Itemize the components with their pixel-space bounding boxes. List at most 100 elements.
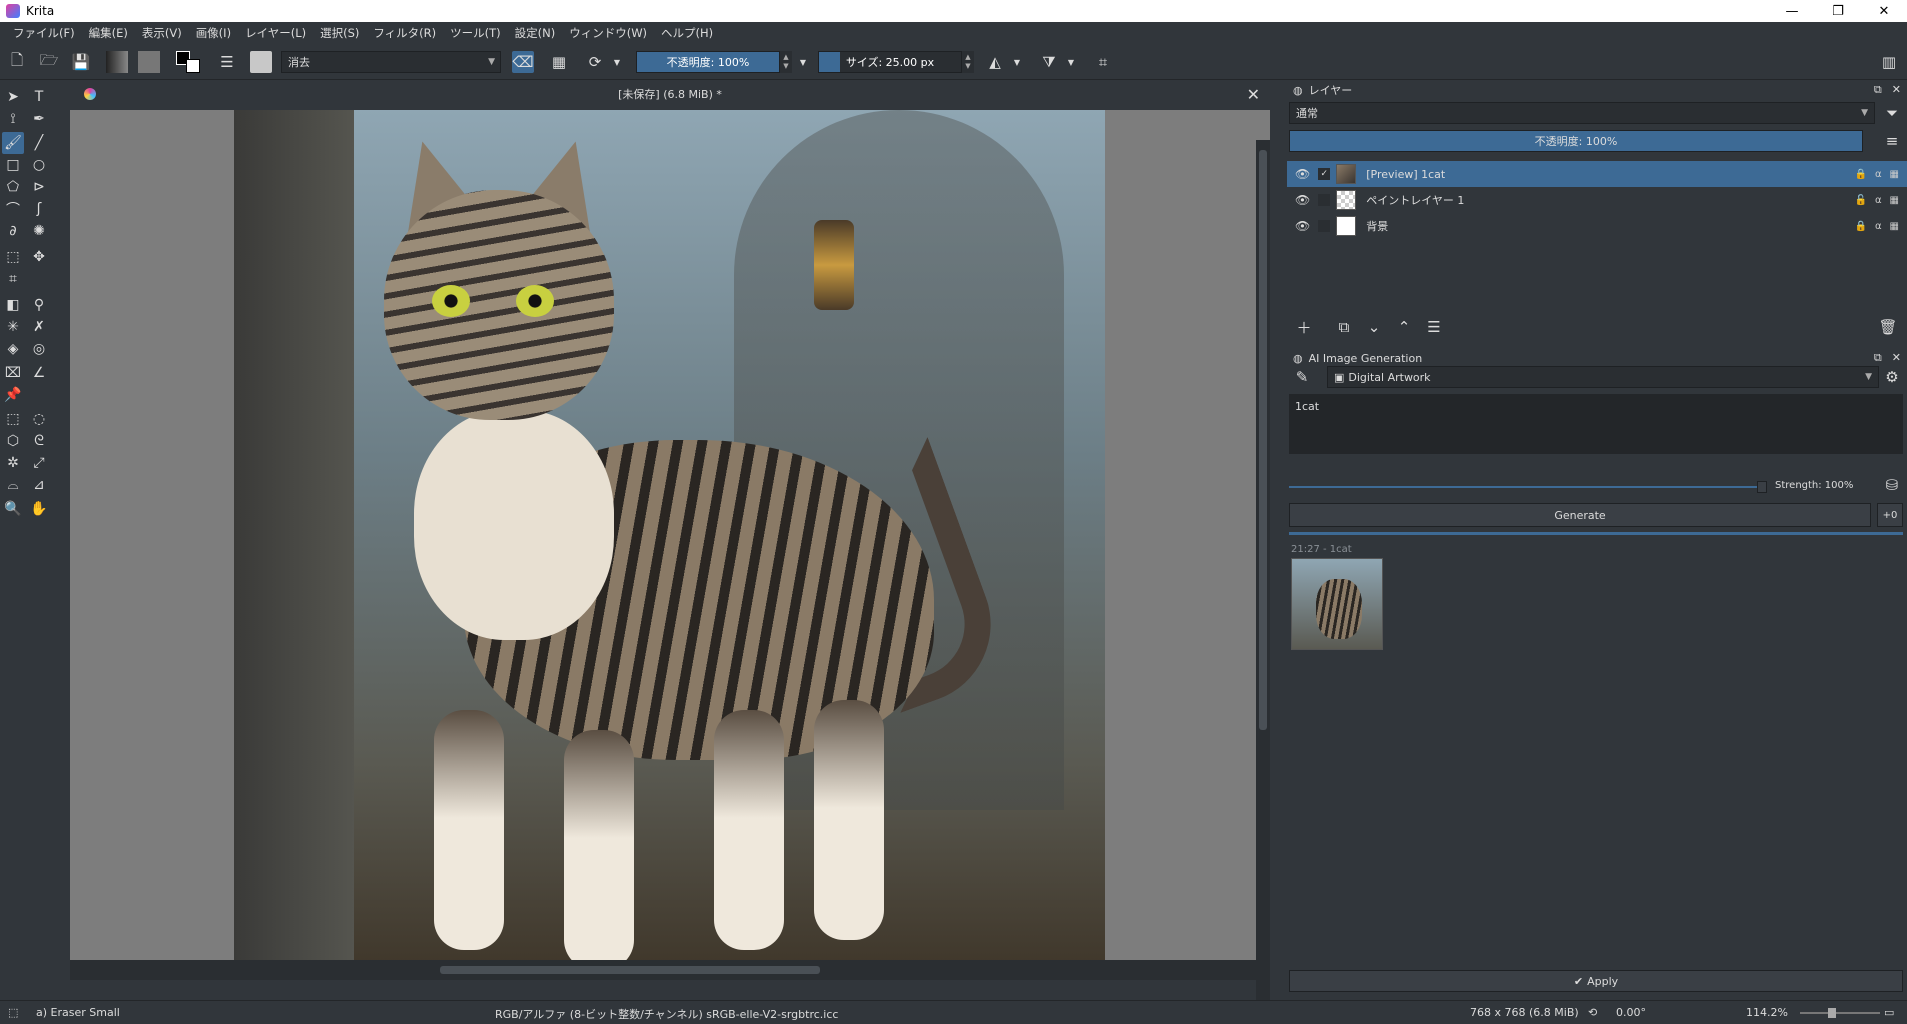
opacity-spinner[interactable]: ▲ ▼ [780, 51, 792, 73]
lock-icon[interactable]: 🔓 [1855, 195, 1867, 206]
menu-select[interactable]: 選択(S) [313, 25, 366, 41]
float-docker-icon[interactable]: ⧉ [1874, 83, 1882, 97]
alpha-icon[interactable]: α [1875, 221, 1882, 232]
canvas-only-icon[interactable]: ▭ [1884, 1006, 1894, 1019]
contiguous-select-icon[interactable]: ✲ [2, 452, 24, 474]
open-folder-icon[interactable]: 🗁 [38, 51, 60, 73]
layer-checkbox[interactable]: ✓ [1318, 168, 1331, 180]
settings-gear-icon[interactable]: ⚙ [1881, 366, 1903, 388]
generated-thumbnail[interactable] [1291, 558, 1383, 650]
workspace-mode-icon[interactable]: ✎ [1291, 366, 1313, 388]
edit-shapes-icon[interactable]: ⟟ [2, 108, 24, 130]
multibrush-icon[interactable]: ✺ [28, 220, 50, 242]
menu-layer[interactable]: レイヤー(L) [238, 25, 313, 41]
control-layers-icon[interactable]: ⛁ [1881, 474, 1903, 496]
apply-button[interactable]: ✔ Apply [1289, 970, 1903, 992]
canvas-viewport[interactable] [70, 110, 1270, 1010]
inherit-alpha-icon[interactable]: ▦ [1890, 221, 1899, 232]
close-window-button[interactable]: ✕ [1861, 0, 1907, 22]
color-picker-icon[interactable]: ⚲ [28, 294, 50, 316]
inherit-alpha-icon[interactable]: ▦ [1890, 195, 1899, 206]
bezier-select-icon[interactable]: ⌓ [2, 474, 24, 496]
brush-settings-icon[interactable]: ☰ [216, 51, 238, 73]
style-select[interactable]: ▣ Digital Artwork ▼ [1327, 366, 1879, 388]
workspace-icon[interactable]: ▥ [1878, 51, 1900, 73]
fill-tool-icon[interactable]: ◈ [2, 338, 24, 360]
save-icon[interactable]: 💾 [70, 51, 92, 73]
layer-row-preview[interactable]: 👁 ✓ [Preview] 1cat 🔒 α ▦ [1287, 161, 1907, 187]
lock-icon[interactable]: 🔒 [1855, 221, 1867, 232]
size-slider[interactable]: サイズ: 25.00 px [818, 51, 962, 73]
freehand-select-icon[interactable]: ᘓ [28, 430, 50, 452]
alpha-lock-icon[interactable]: ▦ [548, 51, 570, 73]
enclose-fill-icon[interactable]: ◎ [28, 338, 50, 360]
transform-tool-icon[interactable]: ⬚ [2, 246, 24, 268]
text-tool-icon[interactable]: T [28, 86, 50, 108]
move-tool-icon[interactable]: ✥ [28, 246, 50, 268]
menu-help[interactable]: ヘルプ(H) [654, 25, 720, 41]
alpha-icon[interactable]: α [1875, 169, 1882, 180]
minimize-button[interactable]: — [1769, 0, 1815, 22]
mirror-horizontal-icon[interactable]: ◭ [984, 51, 1006, 73]
layer-checkbox[interactable] [1318, 194, 1331, 206]
ellipse-select-icon[interactable]: ◌ [28, 408, 50, 430]
menu-file[interactable]: ファイル(F) [6, 25, 82, 41]
similar-select-icon[interactable]: ⤢ [28, 452, 50, 474]
zoom-slider[interactable] [1800, 1008, 1880, 1018]
horizontal-scrollbar[interactable] [70, 960, 1256, 980]
smart-patch-icon[interactable]: ✗ [28, 316, 50, 338]
inherit-alpha-icon[interactable]: ▦ [1890, 169, 1899, 180]
close-docker-icon[interactable]: ✕ [1892, 351, 1901, 365]
menu-filter[interactable]: フィルタ(R) [366, 25, 443, 41]
vertical-scrollbar[interactable] [1256, 140, 1270, 1010]
magnetic-select-icon[interactable]: ⊿ [28, 474, 50, 496]
maximize-button[interactable]: ❐ [1815, 0, 1861, 22]
mirror-vertical-icon[interactable]: ⧩ [1038, 51, 1060, 73]
rotation-icon[interactable]: ⟲ [1588, 1006, 1597, 1019]
layer-opacity-slider[interactable]: 不透明度: 100% [1289, 130, 1863, 152]
eraser-mode-icon[interactable]: ⌫ [512, 51, 534, 73]
measure-tool-icon[interactable]: ∠ [28, 362, 50, 384]
ellipse-tool-icon[interactable]: ○ [28, 154, 50, 176]
line-tool-icon[interactable]: ╱ [28, 132, 50, 154]
gradient-tool-icon[interactable]: ◧ [2, 294, 24, 316]
select-shapes-icon[interactable]: ➤ [2, 86, 24, 108]
freehand-brush-icon[interactable]: 🖌 [2, 132, 24, 154]
polygon-tool-icon[interactable]: ⬠ [2, 176, 24, 198]
layer-row-paint[interactable]: 👁 ペイントレイヤー 1 🔓 α ▦ [1287, 187, 1907, 213]
visibility-eye-icon[interactable]: 👁 [1295, 219, 1310, 233]
layer-properties-icon[interactable]: ☰ [1423, 316, 1445, 338]
visibility-eye-icon[interactable]: 👁 [1295, 193, 1310, 207]
pan-tool-icon[interactable]: ✋ [28, 498, 50, 520]
brush-preset-icon[interactable] [250, 51, 272, 73]
blend-mode-select[interactable]: 通常 ▼ [1289, 102, 1875, 124]
crop-tool-icon[interactable]: ⌗ [2, 268, 24, 290]
bezier-tool-icon[interactable]: ⌒ [2, 198, 24, 220]
close-document-icon[interactable]: ✕ [1247, 85, 1260, 104]
alpha-icon[interactable]: α [1875, 195, 1882, 206]
move-layer-up-icon[interactable]: ⌃ [1393, 316, 1415, 338]
calligraphy-icon[interactable]: ✒ [28, 108, 50, 130]
menu-window[interactable]: ウィンドウ(W) [562, 25, 654, 41]
visibility-eye-icon[interactable]: 👁 [1295, 167, 1310, 181]
chevron-down-icon[interactable]: ▼ [1066, 51, 1076, 73]
new-document-icon[interactable]: 🗋 [6, 51, 28, 73]
layer-row-background[interactable]: 👁 背景 🔒 α ▦ [1287, 213, 1907, 239]
delete-layer-icon[interactable]: 🗑 [1877, 316, 1899, 338]
duplicate-layer-icon[interactable]: ⧉ [1333, 316, 1355, 338]
rect-select-icon[interactable]: ⬚ [2, 408, 24, 430]
polygon-select-icon[interactable]: ⬡ [2, 430, 24, 452]
gradient-swatch[interactable] [106, 51, 128, 73]
size-spinner[interactable]: ▲ ▼ [962, 51, 974, 73]
seed-button[interactable]: +0 [1877, 503, 1903, 527]
close-docker-icon[interactable]: ✕ [1892, 83, 1901, 97]
layer-checkbox[interactable] [1318, 220, 1331, 232]
brush-preset-combo[interactable]: 消去 ▼ [281, 51, 501, 73]
chevron-down-icon[interactable]: ▼ [612, 51, 622, 73]
menu-settings[interactable]: 設定(N) [508, 25, 563, 41]
menu-edit[interactable]: 編集(E) [82, 25, 135, 41]
opacity-slider[interactable]: 不透明度: 100% [636, 51, 780, 73]
menu-image[interactable]: 画像(I) [189, 25, 238, 41]
move-layer-down-icon[interactable]: ⌄ [1363, 316, 1385, 338]
dynamic-brush-icon[interactable]: ∂ [2, 220, 24, 242]
